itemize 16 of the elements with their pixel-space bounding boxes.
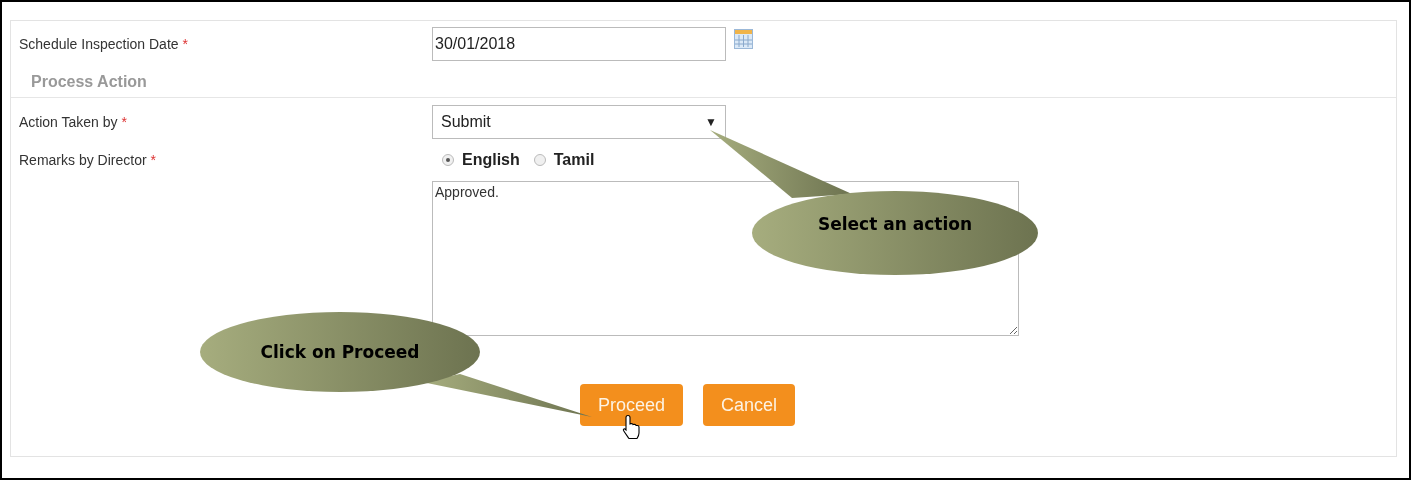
field-label: Schedule Inspection Date — [19, 36, 179, 52]
action-dropdown[interactable]: Submit ▼ — [432, 105, 726, 139]
required-mark: * — [121, 114, 127, 130]
radio-label[interactable]: English — [462, 151, 520, 169]
callout-text: Click on Proceed — [260, 342, 420, 362]
radio-button[interactable] — [533, 154, 546, 166]
required-mark: * — [182, 36, 188, 52]
required-mark: * — [150, 152, 156, 168]
field-label: Remarks by Director — [19, 152, 147, 168]
callout-text: Select an action — [818, 214, 972, 234]
date-field[interactable]: 30/01/2018 — [432, 27, 726, 61]
section-title: Process Action — [30, 72, 148, 92]
field-label: Action Taken by — [19, 114, 118, 130]
calendar-icon[interactable] — [734, 29, 753, 49]
radio-button[interactable] — [442, 154, 454, 166]
radio-label[interactable]: Tamil — [553, 151, 595, 169]
